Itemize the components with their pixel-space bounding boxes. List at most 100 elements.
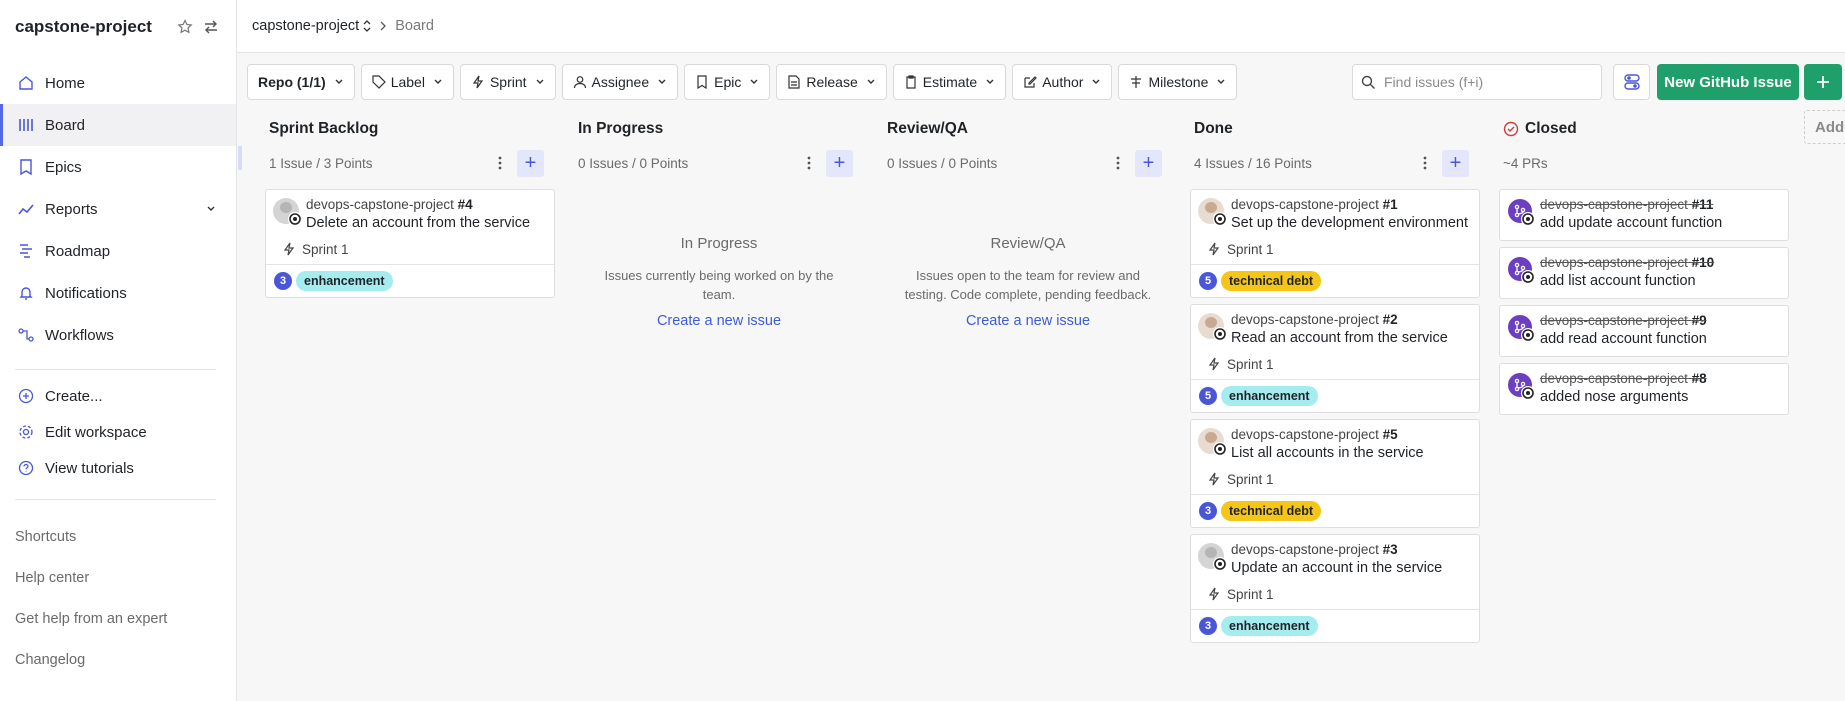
github-icon	[1213, 442, 1227, 456]
new-github-issue-button[interactable]: New GitHub Issue	[1657, 64, 1799, 100]
filter-author[interactable]: Author	[1012, 64, 1113, 100]
view-settings-button[interactable]	[1613, 64, 1650, 100]
pull-request-icon	[1508, 373, 1535, 400]
filter-label[interactable]: Label	[360, 64, 454, 100]
nav-board[interactable]: Board	[0, 104, 236, 146]
search-box[interactable]	[1352, 64, 1602, 100]
star-icon[interactable]	[175, 17, 195, 37]
issue-sprint-label: Sprint 1	[1227, 356, 1274, 372]
breadcrumb-repo[interactable]: capstone-project	[252, 18, 371, 34]
issue-title[interactable]: Delete an account from the service	[306, 215, 546, 235]
pr-title[interactable]: added nose arguments	[1540, 389, 1780, 409]
empty-state-title: In Progress	[680, 235, 758, 252]
edit-icon	[1023, 75, 1038, 89]
nav-workflows[interactable]: Workflows	[0, 314, 236, 356]
filter-milestone[interactable]: Milestone	[1118, 64, 1238, 100]
more-options-icon[interactable]	[492, 155, 508, 171]
pr-repo-name: devops-capstone-project	[1540, 255, 1688, 270]
add-issue-button[interactable]: +	[826, 150, 853, 177]
pipeline-summary-text: 1 Issue / 3 Points	[269, 155, 373, 171]
closed-pr-card[interactable]: devops-capstone-project #11 add update a…	[1499, 189, 1789, 241]
issue-card[interactable]: devops-capstone-project #5 List all acco…	[1190, 419, 1480, 528]
avatar	[1198, 543, 1227, 571]
issue-card-body: devops-capstone-project #3 Update an acc…	[1191, 535, 1479, 609]
add-issue-button[interactable]: +	[1135, 150, 1162, 177]
add-pipeline-button[interactable]: Add	[1804, 110, 1845, 144]
add-issue-button[interactable]: +	[517, 150, 544, 177]
filter-sprint[interactable]: Sprint	[459, 64, 556, 100]
chevron-right-icon	[379, 18, 387, 34]
label-badge[interactable]: enhancement	[1221, 386, 1318, 406]
pr-title[interactable]: add list account function	[1540, 273, 1780, 293]
issue-sprint-label: Sprint 1	[1227, 471, 1274, 487]
estimate-badge: 3	[1199, 502, 1217, 520]
pull-request-icon	[1508, 257, 1535, 284]
chevron-down-icon	[535, 74, 545, 90]
filter-epic[interactable]: Epic	[684, 64, 771, 100]
issue-card[interactable]: devops-capstone-project #1 Set up the de…	[1190, 189, 1480, 298]
avatar-head	[1205, 432, 1217, 443]
epics-icon	[18, 159, 34, 175]
pr-title[interactable]: add read account function	[1540, 331, 1780, 351]
issue-title[interactable]: Update an account in the service	[1231, 560, 1471, 580]
closed-pr-card[interactable]: devops-capstone-project #9 add read acco…	[1499, 305, 1789, 357]
closed-pr-card[interactable]: devops-capstone-project #10 add list acc…	[1499, 247, 1789, 299]
issue-repo: devops-capstone-project #3	[1231, 542, 1471, 559]
issue-title[interactable]: Set up the development environment	[1231, 215, 1471, 235]
bolt-icon	[1207, 357, 1221, 371]
label-badge[interactable]: technical debt	[1221, 501, 1322, 521]
filter-release[interactable]: Release	[776, 64, 887, 100]
nav-reports[interactable]: Reports	[0, 188, 236, 230]
new-issue-menu-button[interactable]	[1804, 64, 1842, 100]
more-options-icon[interactable]	[801, 155, 817, 171]
pr-title[interactable]: add update account function	[1540, 215, 1780, 235]
view-tutorials-action[interactable]: View tutorials	[0, 450, 236, 486]
nav-epics[interactable]: Epics	[0, 146, 236, 188]
more-options-icon[interactable]	[1110, 155, 1126, 171]
issue-card[interactable]: devops-capstone-project #2 Read an accou…	[1190, 304, 1480, 413]
edit-workspace-label: Edit workspace	[45, 423, 147, 441]
create-issue-link[interactable]: Create a new issue	[883, 313, 1173, 329]
label-badge[interactable]: enhancement	[296, 271, 393, 291]
filter-repo[interactable]: Repo (1/1)	[247, 64, 355, 100]
nav-epics-label: Epics	[45, 158, 82, 176]
issue-title[interactable]: List all accounts in the service	[1231, 445, 1471, 465]
pr-repo: devops-capstone-project #11	[1540, 197, 1780, 214]
filter-epic-label: Epic	[714, 74, 742, 90]
switch-workspace-icon[interactable]	[201, 17, 221, 37]
pipeline-summary-text: 0 Issues / 0 Points	[578, 155, 689, 171]
help-center-link[interactable]: Help center	[0, 557, 236, 598]
add-issue-button[interactable]: +	[1442, 150, 1469, 177]
more-options-icon[interactable]	[1417, 155, 1433, 171]
selector-icon	[363, 20, 371, 32]
expert-help-link[interactable]: Get help from an expert	[0, 598, 236, 639]
edit-workspace-action[interactable]: Edit workspace	[0, 414, 236, 450]
filter-assignee[interactable]: Assignee	[561, 64, 679, 100]
issue-card[interactable]: devops-capstone-project #4 Delete an acc…	[265, 189, 555, 298]
pipeline-sprint-backlog: Sprint Backlog 1 Issue / 3 Points + devo…	[265, 110, 555, 304]
chevron-down-icon	[866, 74, 876, 90]
workspace-title[interactable]: capstone-project	[15, 17, 169, 37]
changelog-link[interactable]: Changelog	[0, 639, 236, 680]
pull-request-icon	[1508, 199, 1535, 226]
pr-repo: devops-capstone-project #10	[1540, 255, 1780, 272]
create-action[interactable]: Create...	[0, 378, 236, 414]
chevron-down-icon	[657, 74, 667, 90]
shortcuts-link[interactable]: Shortcuts	[0, 516, 236, 557]
create-issue-link[interactable]: Create a new issue	[574, 313, 864, 329]
closed-pr-card[interactable]: devops-capstone-project #8 added nose ar…	[1499, 363, 1789, 415]
nav-roadmap[interactable]: Roadmap	[0, 230, 236, 272]
issue-sprint: Sprint 1	[1207, 470, 1471, 488]
nav-home[interactable]: Home	[0, 62, 236, 104]
chevron-down-icon	[985, 74, 995, 90]
issue-title[interactable]: Read an account from the service	[1231, 330, 1471, 350]
nav-notifications[interactable]: Notifications	[0, 272, 236, 314]
filter-estimate[interactable]: Estimate	[892, 64, 1007, 100]
issue-sprint: Sprint 1	[282, 240, 546, 258]
label-badge[interactable]: technical debt	[1221, 271, 1322, 291]
search-input[interactable]	[1384, 74, 1584, 90]
pipeline-title: Sprint Backlog	[269, 120, 379, 137]
label-badge[interactable]: enhancement	[1221, 616, 1318, 636]
chevron-down-icon[interactable]	[206, 201, 216, 218]
issue-card[interactable]: devops-capstone-project #3 Update an acc…	[1190, 534, 1480, 643]
